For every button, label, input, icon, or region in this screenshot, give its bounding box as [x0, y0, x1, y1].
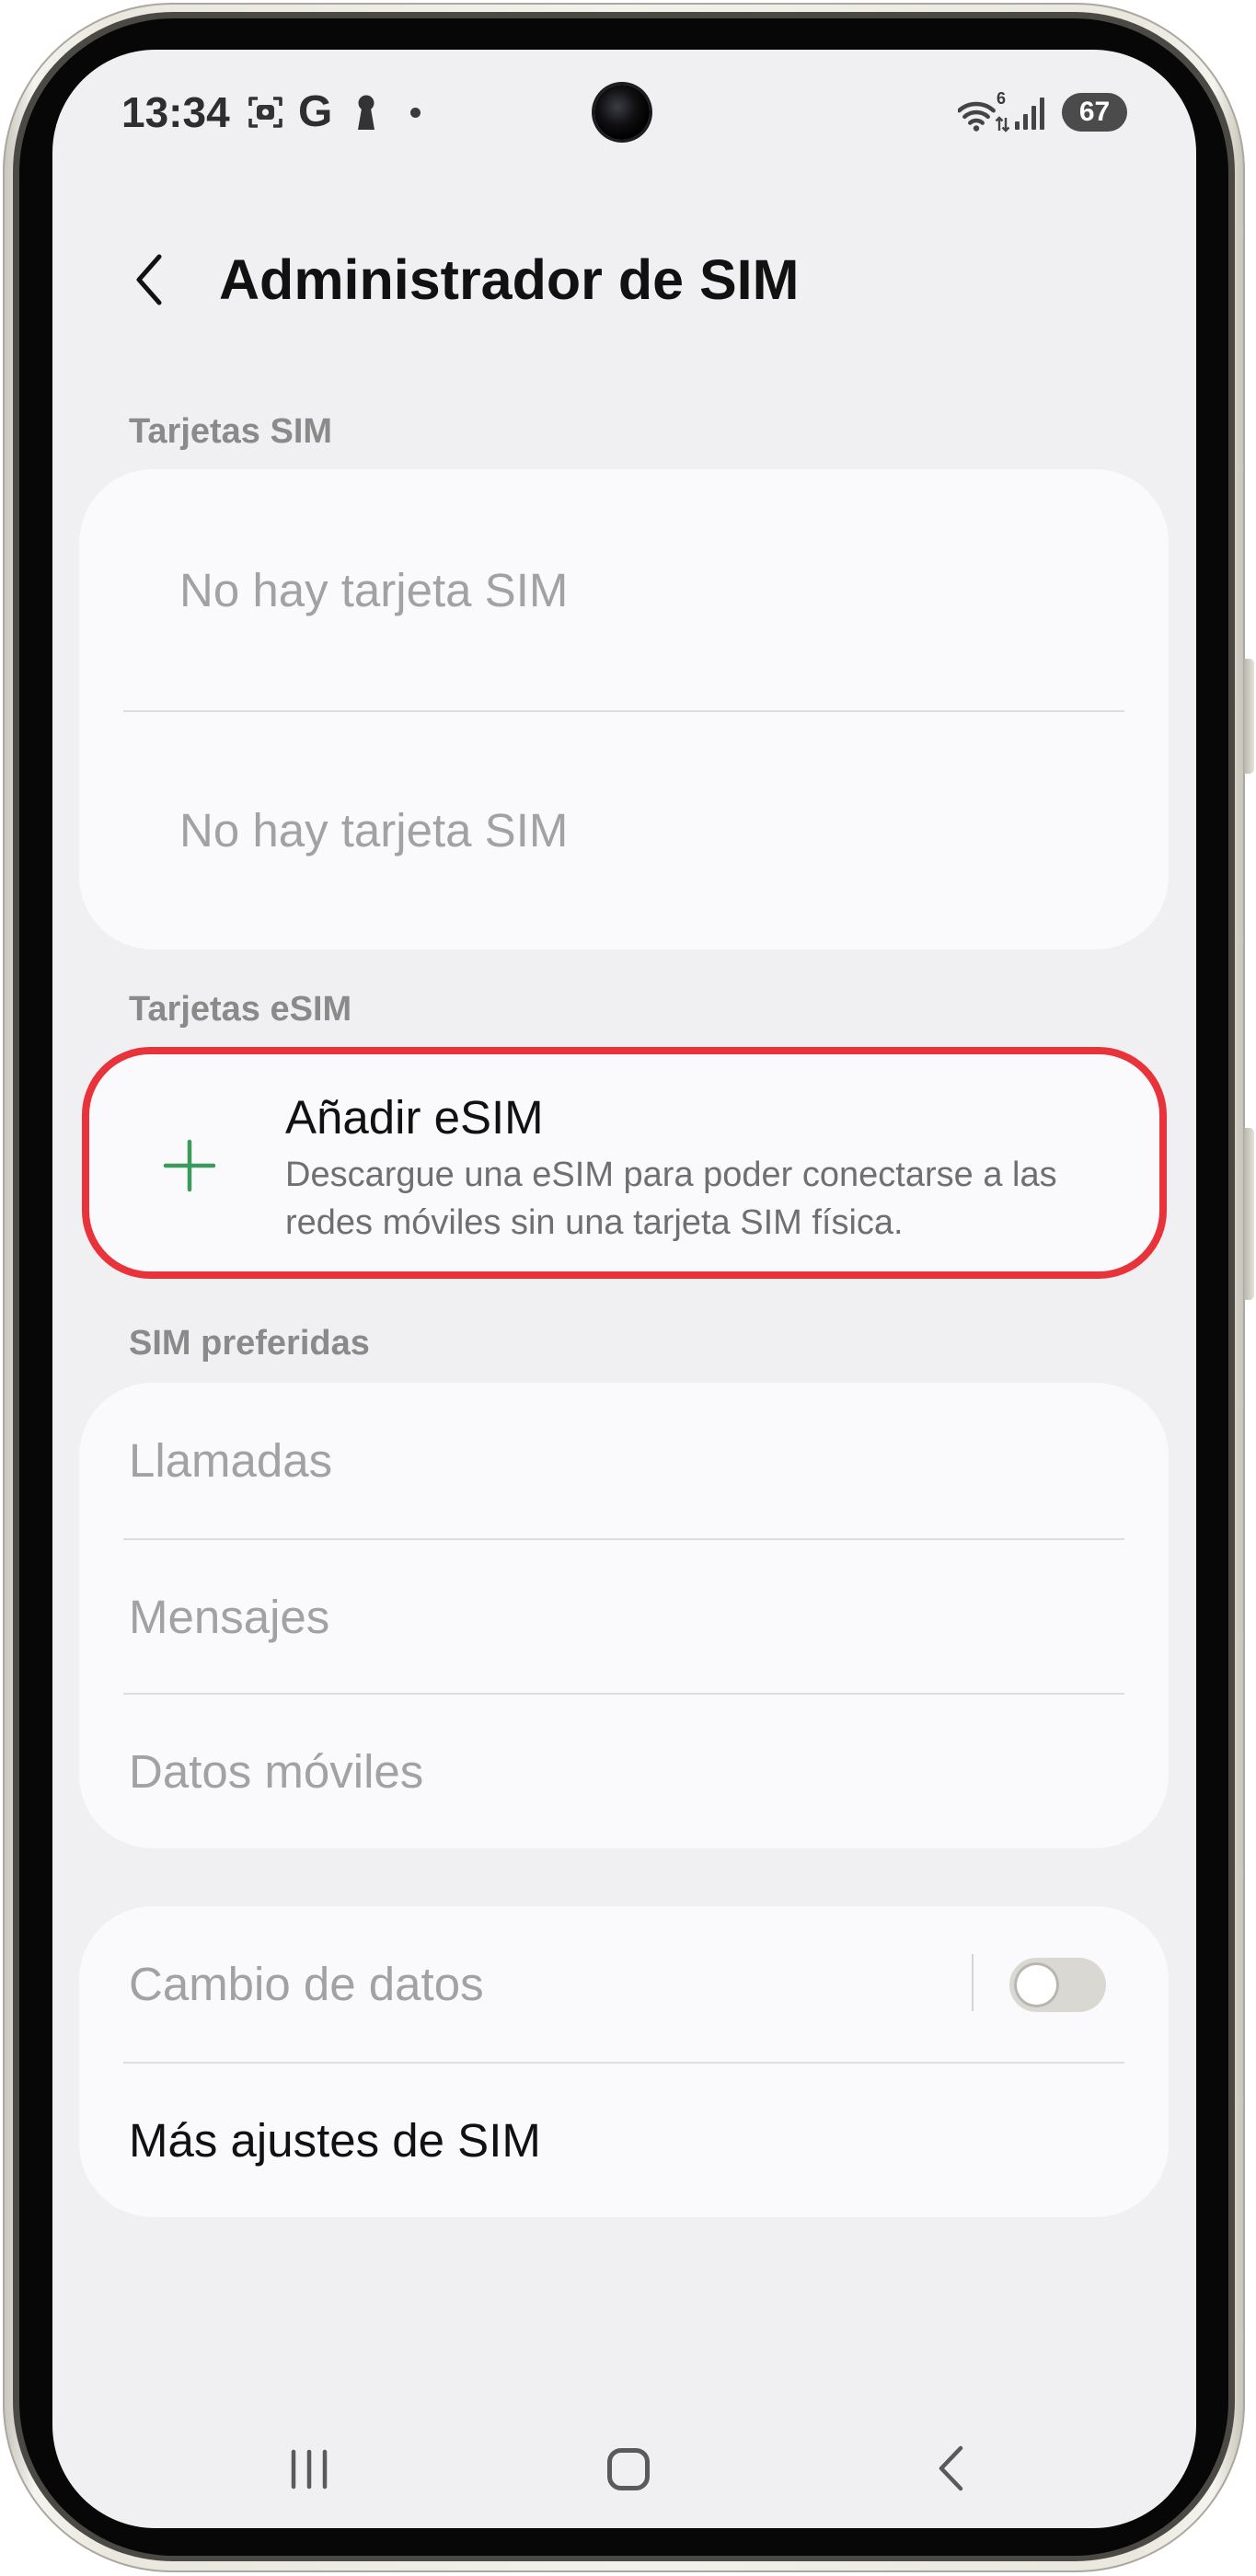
list-item-label: Llamadas — [129, 1434, 333, 1487]
signal-icon — [1015, 98, 1044, 130]
list-item-label: Mensajes — [129, 1590, 330, 1643]
preferred-sim-calls[interactable]: Llamadas — [79, 1383, 1169, 1539]
add-esim-description-line: redes móviles sin una tarjeta SIM física… — [285, 1203, 904, 1242]
recents-icon — [291, 2449, 328, 2490]
back-button[interactable] — [128, 250, 170, 309]
google-icon: G — [298, 87, 333, 136]
screen: 13:34 G 6 67 Administrador de SIM Tarjet… — [52, 50, 1196, 2528]
data-switching-row[interactable]: Cambio de datos — [79, 1906, 1169, 2063]
other-settings-card: Cambio de datos Más ajustes de SIM — [79, 1906, 1169, 2217]
add-esim-title: Añadir eSIM — [285, 1091, 544, 1144]
volume-button — [1244, 659, 1254, 774]
home-icon — [607, 2448, 650, 2490]
toggle-knob — [1014, 1962, 1059, 2007]
data-switching-label: Cambio de datos — [129, 1958, 484, 2010]
back-icon — [939, 2445, 963, 2491]
sim-slot-label: No hay tarjeta SIM — [179, 563, 569, 616]
sim-slot-label: No hay tarjeta SIM — [179, 804, 569, 857]
section-label-sim-cards: Tarjetas SIM — [129, 412, 333, 451]
vertical-divider — [972, 1954, 974, 2011]
battery-icon: 67 — [1062, 93, 1127, 132]
front-camera — [594, 85, 650, 140]
preferred-sim-mobile-data[interactable]: Datos móviles — [79, 1695, 1169, 1848]
add-esim-description-line: Descargue una eSIM para poder conectarse… — [285, 1156, 1057, 1194]
preferred-sim-messages[interactable]: Mensajes — [79, 1540, 1169, 1694]
wifi-standard-label: 6 — [997, 89, 1007, 108]
data-switching-toggle[interactable] — [1009, 1958, 1106, 2012]
sim-slot-1: No hay tarjeta SIM — [79, 469, 1169, 711]
chevron-left-icon — [136, 254, 162, 305]
keyhole-icon — [358, 95, 374, 130]
home-button[interactable] — [607, 2448, 650, 2490]
more-sim-settings-label: Más ajustes de SIM — [129, 2113, 541, 2167]
notification-dot-icon — [410, 108, 421, 118]
status-time: 13:34 — [121, 88, 230, 136]
more-sim-settings[interactable]: Más ajustes de SIM — [79, 2064, 1169, 2217]
sim-slot-2: No hay tarjeta SIM — [79, 712, 1169, 949]
screenshot-icon — [248, 97, 282, 128]
section-label-esim-cards: Tarjetas eSIM — [129, 990, 352, 1029]
page-title: Administrador de SIM — [219, 248, 800, 311]
nav-back-button[interactable] — [937, 2444, 964, 2492]
add-esim-button[interactable]: Añadir eSIM Descargue una eSIM para pode… — [82, 1047, 1167, 1279]
section-label-preferred-sim: SIM preferidas — [129, 1324, 370, 1363]
preferred-sim-card: Llamadas Mensajes Datos móviles — [79, 1383, 1169, 1848]
sim-cards-card: No hay tarjeta SIM No hay tarjeta SIM — [79, 469, 1169, 949]
side-key — [1244, 1128, 1254, 1300]
list-item-label: Datos móviles — [129, 1744, 424, 1798]
recents-button[interactable] — [290, 2449, 328, 2490]
plus-icon — [163, 1139, 216, 1192]
